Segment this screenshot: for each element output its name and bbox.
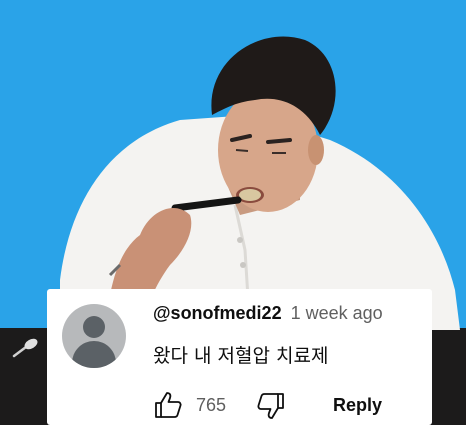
comment-card: @sonofmedi22 1 week ago 왔다 내 저혈압 치료제 765…	[47, 289, 432, 425]
like-count: 765	[196, 395, 227, 415]
thumbs-up-icon[interactable]	[153, 390, 183, 420]
thumbs-down-icon[interactable]	[256, 391, 286, 421]
avatar-head	[83, 316, 105, 338]
default-avatar-icon[interactable]	[62, 304, 126, 368]
comment-header: @sonofmedi22 1 week ago	[153, 302, 383, 324]
comment-author[interactable]: @sonofmedi22	[153, 303, 282, 323]
comment-timestamp[interactable]: 1 week ago	[291, 303, 383, 323]
spoon-icon	[12, 338, 38, 358]
reply-button[interactable]: Reply	[333, 394, 382, 416]
comment-text: 왔다 내 저혈압 치료제	[153, 345, 329, 367]
comment-actions: 765 Reply	[153, 390, 423, 420]
avatar-body	[72, 341, 116, 368]
